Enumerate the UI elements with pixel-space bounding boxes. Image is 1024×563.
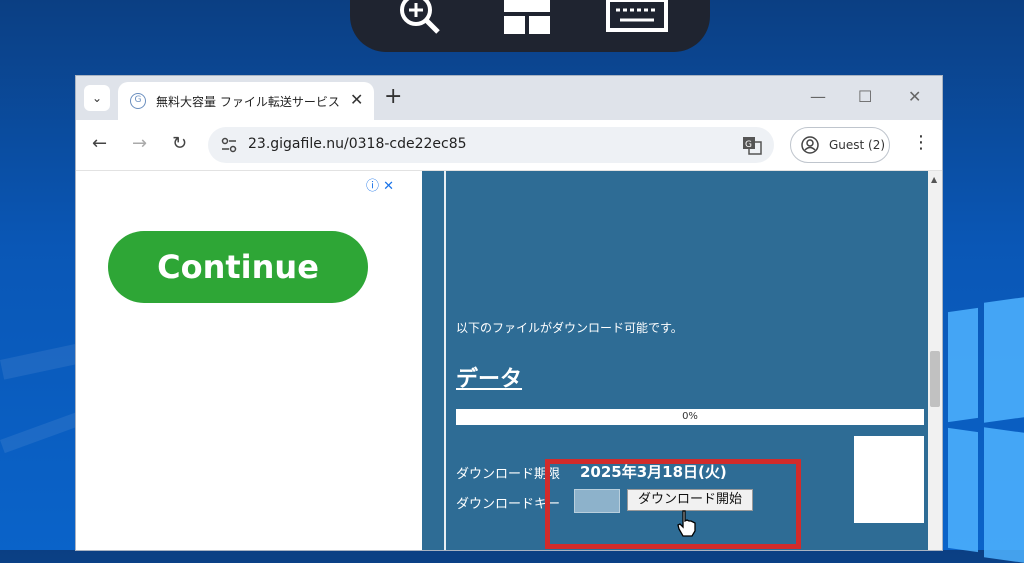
new-tab-button[interactable]: + — [384, 85, 402, 109]
panel-divider — [444, 171, 446, 550]
forward-button[interactable]: → — [132, 133, 147, 154]
layout-icon[interactable] — [502, 0, 552, 34]
screen-overlay-toolbar — [350, 0, 710, 52]
vertical-scrollbar[interactable]: ▲ — [928, 171, 942, 550]
ad-continue-button[interactable]: Continue — [108, 231, 368, 303]
url-text[interactable]: 23.gigafile.nu/0318-cde22ec85 — [248, 136, 467, 152]
download-panel: 以下のファイルがダウンロード可能です。 データ 0% ダウンロード期限 2025… — [422, 171, 928, 550]
tab-search-button[interactable]: ⌄ — [84, 85, 110, 111]
progress-text: 0% — [682, 411, 698, 422]
chevron-down-icon: ⌄ — [91, 91, 103, 105]
profile-label: Guest (2) — [829, 138, 886, 152]
ad-info-close-icon[interactable]: ⓘ ✕ — [366, 175, 394, 194]
zoom-in-icon[interactable] — [394, 0, 444, 34]
profile-button[interactable]: Guest (2) — [790, 127, 890, 163]
svg-text:G: G — [745, 140, 752, 150]
tab-title: 無料大容量 ファイル転送サービス G — [156, 95, 340, 109]
tab-close-icon[interactable]: ✕ — [350, 90, 363, 109]
close-window-button[interactable]: ✕ — [908, 87, 921, 106]
browser-window: ⌄ G 無料大容量 ファイル転送サービス G ✕ + — ☐ ✕ ← → ↻ 2… — [76, 76, 942, 550]
page-content: ⓘ ✕ Continue 以下のファイルがダウンロード可能です。 データ 0% … — [76, 171, 942, 550]
minimize-button[interactable]: — — [810, 87, 826, 106]
ad-panel: ⓘ ✕ Continue — [76, 171, 422, 550]
windows-logo — [940, 250, 1024, 563]
address-bar[interactable]: 23.gigafile.nu/0318-cde22ec85 G — [208, 127, 774, 163]
site-info-icon[interactable] — [220, 136, 238, 154]
gigafile-favicon-icon: G — [130, 93, 146, 109]
browser-menu-button[interactable]: ⋮ — [912, 132, 930, 153]
red-highlight-box — [545, 459, 801, 549]
back-button[interactable]: ← — [92, 133, 107, 154]
browser-toolbar: ← → ↻ 23.gigafile.nu/0318-cde22ec85 G Gu… — [76, 120, 942, 171]
tab-active[interactable]: G 無料大容量 ファイル転送サービス G ✕ — [118, 82, 374, 120]
hand-pointer-icon — [676, 509, 698, 537]
maximize-button[interactable]: ☐ — [858, 87, 872, 106]
keyboard-icon[interactable] — [606, 0, 668, 32]
scroll-up-arrow-icon[interactable]: ▲ — [931, 175, 937, 184]
person-icon — [801, 136, 819, 154]
download-message: 以下のファイルがダウンロード可能です。 — [456, 321, 683, 335]
progress-bar: 0% — [456, 409, 924, 425]
tab-strip: ⌄ G 無料大容量 ファイル転送サービス G ✕ + — ☐ ✕ — [76, 76, 942, 120]
translate-icon[interactable]: G — [742, 135, 762, 155]
scrollbar-thumb[interactable] — [930, 351, 940, 407]
file-title-link[interactable]: データ — [456, 361, 522, 393]
side-ad-box — [854, 436, 924, 523]
reload-button[interactable]: ↻ — [172, 133, 187, 154]
